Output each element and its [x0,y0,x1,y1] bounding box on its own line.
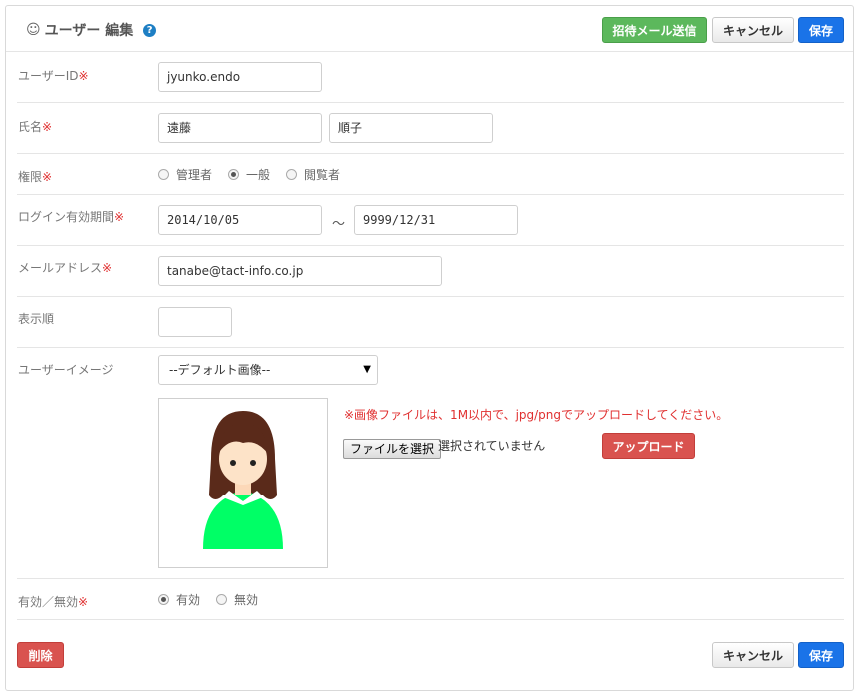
login-to-input[interactable]: 9999/12/31 [354,205,518,235]
row-status: 有効／無効※ 有効 無効 [17,579,844,620]
row-user-id: ユーザーID※ jyunko.endo [17,52,844,103]
row-user-image: ユーザーイメージ --デフォルト画像-- ▼ ※画像ファイルは、1M以内で、jp… [17,348,844,579]
radio-icon [158,169,169,180]
role-label-text: 権限 [18,170,43,184]
required-mark: ※ [78,69,89,83]
role-option-viewer[interactable]: 閲覧者 [286,166,340,183]
role-label: 権限※ [18,168,52,185]
email-input[interactable]: tanabe@tact-info.co.jp [158,256,442,286]
required-mark: ※ [114,210,125,224]
user-image-select-value: --デフォルト画像-- [169,363,271,377]
send-invite-button[interactable]: 招待メール送信 [602,17,707,43]
user-id-label-text: ユーザーID [18,69,79,83]
user-id-input[interactable]: jyunko.endo [158,62,322,92]
login-period-label-text: ログイン有効期間 [18,210,115,224]
last-name-input[interactable]: 遠藤 [158,113,322,143]
user-image-label: ユーザーイメージ [18,363,114,377]
role-radio-group: 管理者 一般 閲覧者 [158,166,356,183]
name-label: 氏名※ [18,118,52,135]
file-status-text: 選択されていません [438,439,546,453]
save-button-top[interactable]: 保存 [798,17,844,43]
login-period-label: ログイン有効期間※ [18,208,124,225]
name-label-text: 氏名 [18,120,43,134]
cancel-button-bottom[interactable]: キャンセル [712,642,794,668]
row-role: 権限※ 管理者 一般 閲覧者 [17,154,844,195]
upload-button[interactable]: アップロード [602,433,695,459]
required-mark: ※ [42,120,53,134]
radio-icon [286,169,298,180]
user-edit-panel: ☺ ユーザー 編集 ? 招待メール送信 キャンセル 保存 ユーザーID※ jyu… [5,5,854,691]
user-id-label: ユーザーID※ [18,67,89,84]
radio-checked-icon [228,169,240,180]
role-option-admin[interactable]: 管理者 [158,166,212,183]
email-label: メールアドレス※ [18,259,112,276]
row-login-period: ログイン有効期間※ 2014/10/05 ～ 9999/12/31 [17,195,844,246]
delete-button[interactable]: 削除 [17,642,64,668]
page-title: ☺ ユーザー 編集 ? [26,20,157,40]
period-separator: ～ [332,217,346,232]
email-label-text: メールアドレス [18,261,103,275]
smile-icon: ☺ [26,22,41,38]
status-label: 有効／無効※ [18,593,88,610]
user-image-select[interactable]: --デフォルト画像-- ▼ [158,355,378,385]
status-option-label: 無効 [234,593,259,607]
default-avatar-icon [203,411,283,549]
status-radio-group: 有効 無効 [158,591,274,608]
status-option-label: 有効 [176,593,201,607]
row-name: 氏名※ 遠藤 順子 [17,103,844,154]
role-option-general[interactable]: 一般 [228,166,270,183]
avatar-preview [158,398,328,568]
dropdown-arrow-icon: ▼ [363,364,371,375]
upload-note: ※画像ファイルは、1M以内で、jpg/pngでアップロードしてください。 [344,408,729,422]
required-mark: ※ [78,595,89,609]
radio-checked-icon [158,594,169,605]
row-email: メールアドレス※ tanabe@tact-info.co.jp [17,246,844,297]
help-icon[interactable]: ? [143,23,157,37]
status-option-disabled[interactable]: 無効 [216,591,258,608]
role-option-label: 一般 [246,168,271,182]
required-mark: ※ [42,170,53,184]
first-name-input[interactable]: 順子 [329,113,493,143]
radio-icon [216,594,228,605]
save-button-bottom[interactable]: 保存 [798,642,844,668]
panel-header: ☺ ユーザー 編集 ? 招待メール送信 キャンセル 保存 [6,6,853,52]
choose-file-button[interactable]: ファイルを選択 [343,439,442,459]
role-option-label: 管理者 [176,168,213,182]
login-from-input[interactable]: 2014/10/05 [158,205,322,235]
display-order-label: 表示順 [18,312,55,326]
display-order-input[interactable] [158,307,232,337]
row-display-order: 表示順 [17,297,844,348]
page-title-text: ユーザー 編集 [44,23,134,39]
role-option-label: 閲覧者 [304,168,341,182]
required-mark: ※ [102,261,113,275]
status-option-enabled[interactable]: 有効 [158,591,200,608]
cancel-button-top[interactable]: キャンセル [712,17,794,43]
status-label-text: 有効／無効 [18,595,79,609]
